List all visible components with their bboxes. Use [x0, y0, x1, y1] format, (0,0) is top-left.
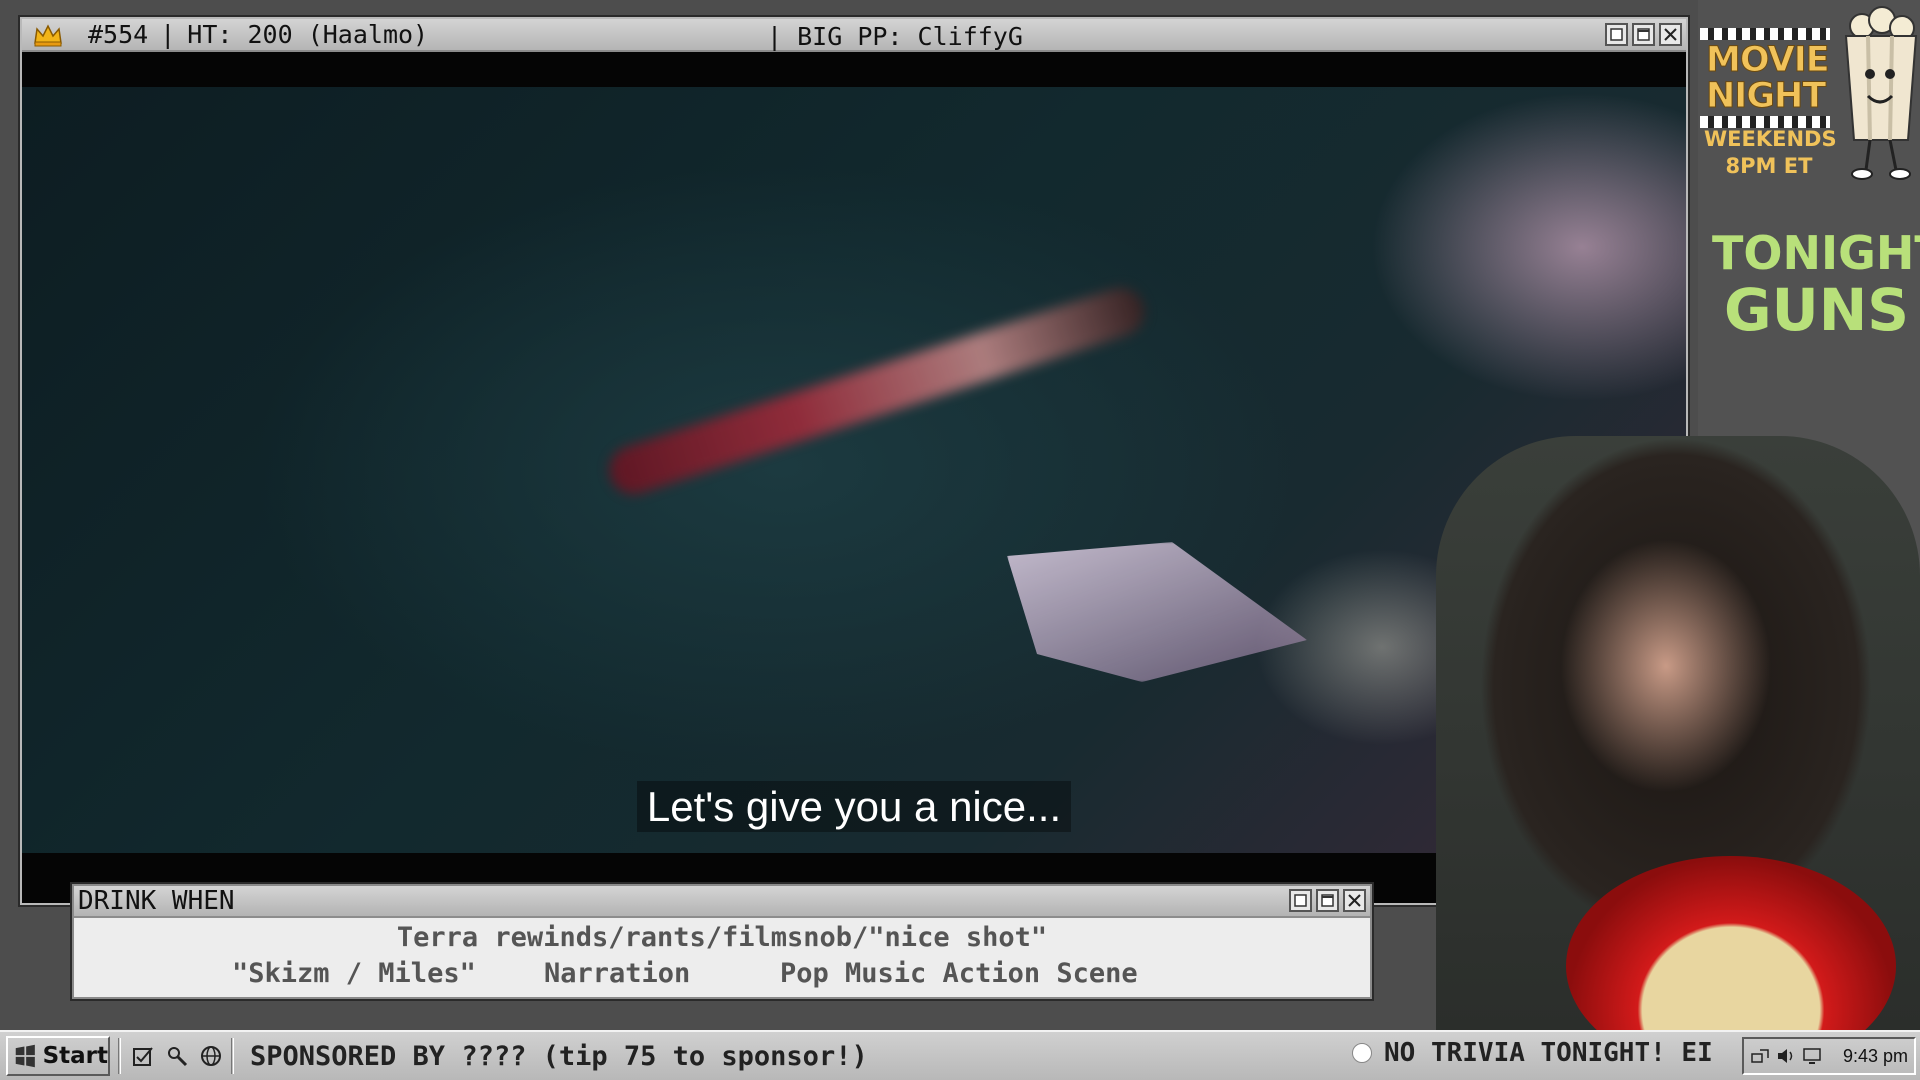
title-separator: |: [767, 22, 783, 51]
start-button[interactable]: Start: [6, 1036, 110, 1076]
drink-when-title: DRINK WHEN: [78, 886, 235, 916]
display-icon[interactable]: [1802, 1046, 1822, 1066]
maximize-button[interactable]: [1316, 889, 1339, 912]
network-icon[interactable]: [1750, 1046, 1770, 1066]
logo-title: MOVIE NIGHT: [1706, 40, 1831, 116]
close-button[interactable]: [1659, 23, 1682, 46]
minimize-button[interactable]: [1289, 889, 1312, 912]
close-icon: [1348, 894, 1361, 907]
logo-line: MOVIE: [1706, 40, 1831, 80]
ticker-text: NO TRIVIA TONIGHT! EI: [1384, 1038, 1713, 1068]
window-controls: [1605, 23, 1682, 46]
news-ticker: NO TRIVIA TONIGHT! EI: [1352, 1038, 1713, 1068]
window-controls: [1289, 889, 1366, 912]
big-pp-label: | BIG PP: CliffyG: [767, 22, 1023, 51]
sponsor-text: SPONSORED BY ???? (tip 75 to sponsor!): [250, 1040, 868, 1072]
schedule-line: WEEKENDS: [1704, 127, 1837, 151]
popcorn-bowl: [1566, 856, 1896, 1030]
crown-icon: [26, 18, 70, 51]
episode-number: #554: [88, 20, 149, 49]
clock: 9:43 pm: [1842, 1045, 1908, 1066]
film-strip-decoration: [1700, 28, 1830, 40]
drink-rule-line: Terra rewinds/rants/filmsnob/"nice shot": [396, 922, 1048, 953]
minimize-button[interactable]: [1605, 23, 1628, 46]
popcorn-mascot-icon: [1844, 6, 1918, 180]
minimize-icon: [1294, 894, 1307, 907]
video-scene-object: [603, 281, 1151, 501]
checkbox-icon[interactable]: [131, 1044, 155, 1068]
ticker-dot-icon: [1352, 1043, 1372, 1063]
volume-icon[interactable]: [1776, 1046, 1796, 1066]
close-button[interactable]: [1343, 889, 1366, 912]
video-scene-object: [1007, 542, 1307, 682]
title-separator: |: [160, 20, 176, 49]
close-icon: [1664, 28, 1677, 41]
maximize-button[interactable]: [1632, 23, 1655, 46]
taskbar-divider: [118, 1038, 121, 1074]
drink-rule-item: Narration: [544, 958, 691, 989]
movie-night-logo: MOVIE NIGHT WEEKENDS 8PM ET: [1700, 28, 1837, 188]
globe-icon[interactable]: [199, 1044, 223, 1068]
big-pp-text: BIG PP: CliffyG: [797, 22, 1023, 51]
logo-line: NIGHT: [1706, 76, 1827, 116]
schedule-text: WEEKENDS 8PM ET: [1704, 126, 1837, 180]
drink-rule-item: Pop Music Action Scene: [780, 958, 1138, 989]
subtitle-text: Let's give you a nice...: [636, 781, 1072, 832]
start-label: Start: [42, 1043, 108, 1069]
windows-logo-icon: [15, 1044, 35, 1068]
schedule-line: 8PM ET: [1725, 154, 1813, 178]
tonight-label: TONIGHT:: [1712, 226, 1920, 280]
video-window-titlebar[interactable]: #554 | HT: 200 (Haalmo) | BIG PP: Cliffy…: [22, 19, 1686, 52]
high-tip-label: HT: 200 (Haalmo): [187, 20, 429, 49]
taskbar-divider: [231, 1038, 234, 1074]
taskbar: Start SPONSORED BY ???? (tip 75 to spons…: [0, 1030, 1920, 1080]
minimize-icon: [1610, 28, 1623, 41]
tonight-movie-title: GUNS A: [1724, 276, 1910, 344]
drink-when-titlebar[interactable]: DRINK WHEN: [74, 886, 1370, 918]
system-tray: 9:43 pm: [1742, 1037, 1916, 1075]
maximize-icon: [1637, 28, 1650, 41]
maximize-icon: [1321, 894, 1334, 907]
drink-when-window: DRINK WHEN Terra rewinds/rants/filmsnob/…: [72, 884, 1372, 999]
drink-rule-item: "Skizm / Miles": [232, 958, 476, 989]
tools-icon[interactable]: [165, 1044, 189, 1068]
webcam-feed: [1436, 436, 1920, 1030]
quick-launch: [131, 1044, 223, 1068]
